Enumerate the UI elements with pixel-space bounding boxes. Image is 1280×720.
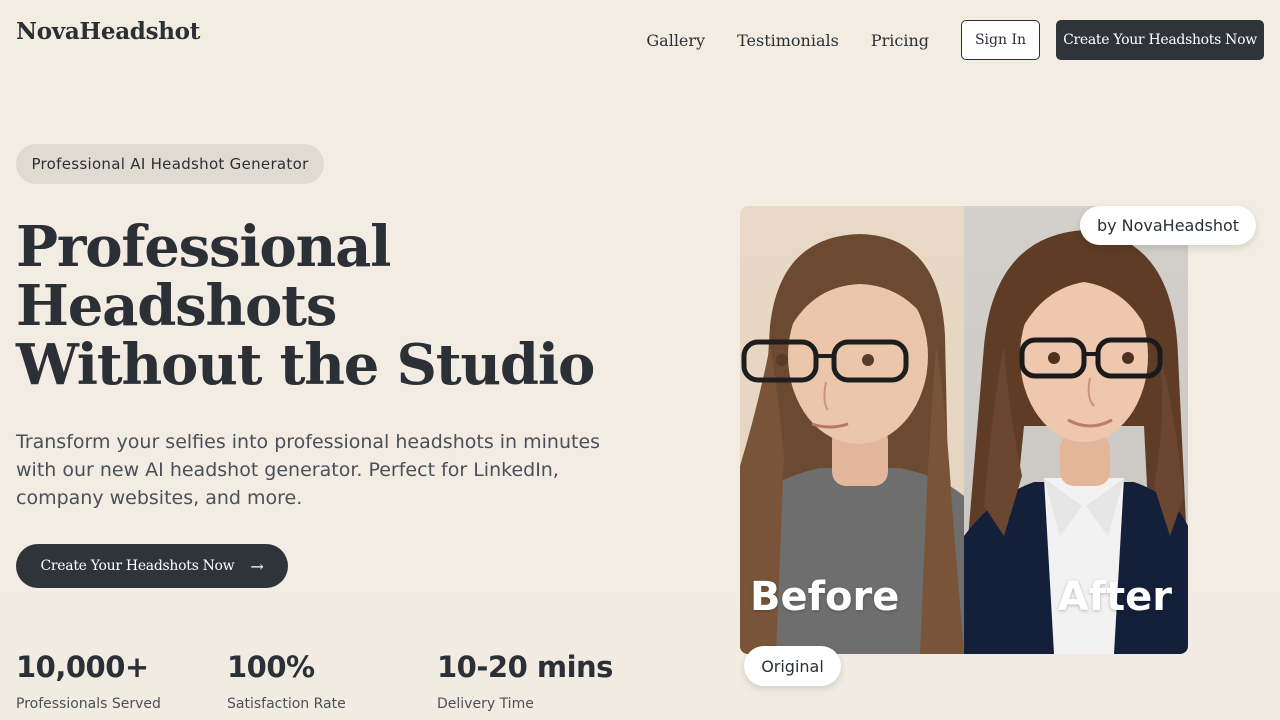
before-photo: Before: [740, 206, 964, 654]
logo[interactable]: NovaHeadshot: [16, 18, 200, 45]
create-headshots-button-hero[interactable]: Create Your Headshots Now →: [16, 544, 288, 588]
stat-label: Delivery Time: [437, 696, 534, 712]
hero-subtext: Transform your selfies into professional…: [16, 431, 601, 509]
stat-value: 10,000+: [16, 650, 149, 684]
before-after-image: Before After: [740, 206, 1188, 654]
stat-value: 10-20 mins: [437, 650, 613, 684]
stat-delivery: 10-20 mins Delivery Time: [437, 650, 613, 712]
arrow-right-icon: →: [250, 556, 264, 576]
hero-cta-label: Create Your Headshots Now: [40, 558, 235, 574]
hero-tag-pill: Professional AI Headshot Generator: [16, 144, 324, 184]
hero-headline: Professional Headshots Without the Studi…: [16, 218, 636, 395]
stat-professionals: 10,000+ Professionals Served: [16, 650, 161, 712]
headline-line-3: Without the Studio: [16, 332, 595, 398]
stat-value: 100%: [227, 650, 315, 684]
stat-satisfaction: 100% Satisfaction Rate: [227, 650, 346, 712]
after-photo: After: [964, 206, 1188, 654]
stat-label: Satisfaction Rate: [227, 696, 346, 712]
stat-label: Professionals Served: [16, 696, 161, 712]
after-label: After: [1057, 574, 1172, 620]
landing-page: NovaHeadshot Gallery Testimonials Pricin…: [0, 0, 1280, 720]
stats-row: 10,000+ Professionals Served 100% Satisf…: [16, 650, 656, 720]
nav-pricing[interactable]: Pricing: [871, 31, 929, 50]
original-badge: Original: [744, 646, 841, 686]
sign-in-button[interactable]: Sign In: [961, 20, 1040, 60]
nav-testimonials[interactable]: Testimonials: [737, 31, 839, 50]
create-headshots-button-header[interactable]: Create Your Headshots Now: [1056, 20, 1264, 60]
headline-line-1: Professional: [16, 214, 391, 280]
nav-gallery[interactable]: Gallery: [646, 31, 705, 50]
by-novaheadshot-badge: by NovaHeadshot: [1080, 206, 1256, 245]
top-nav: Gallery Testimonials Pricing Sign In Cre…: [646, 20, 1264, 60]
before-label: Before: [750, 574, 900, 620]
headline-line-2: Headshots: [16, 273, 337, 339]
